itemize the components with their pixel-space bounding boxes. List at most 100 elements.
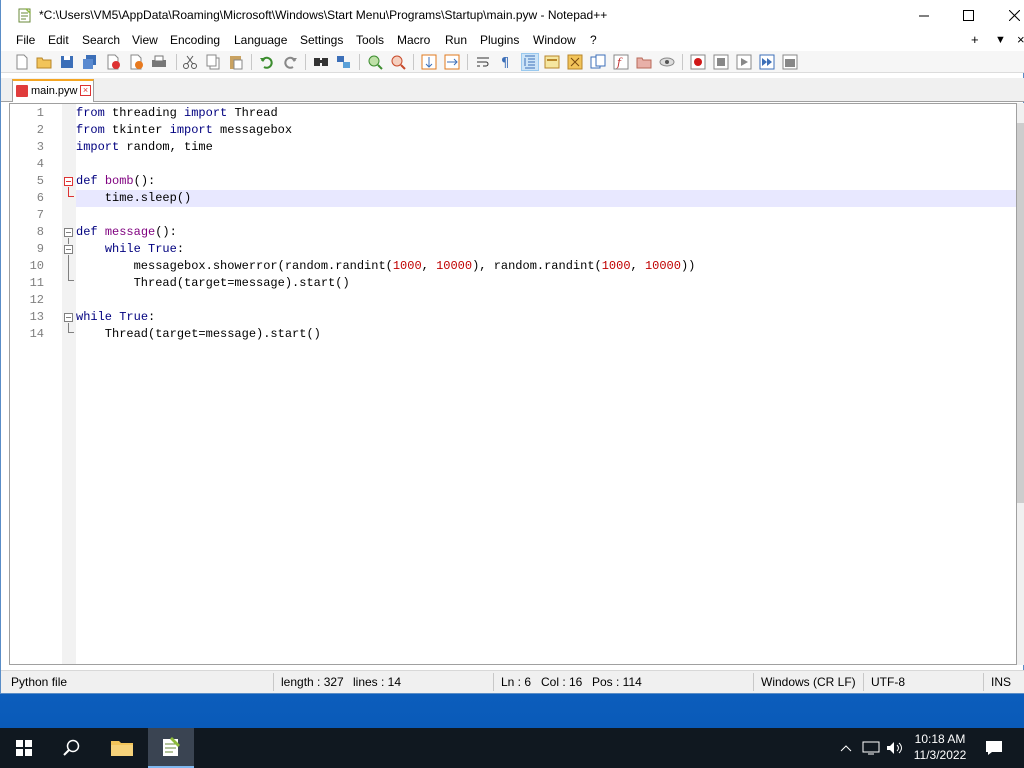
print-icon[interactable] bbox=[151, 54, 167, 70]
network-button[interactable] bbox=[860, 728, 882, 768]
status-encoding[interactable]: UTF-8 bbox=[871, 675, 905, 689]
file-explorer-icon bbox=[111, 741, 133, 756]
line-number: 5 bbox=[36, 174, 44, 188]
record-macro-icon[interactable] bbox=[690, 54, 706, 70]
code-line-8: def message(): bbox=[76, 225, 177, 239]
menu-view[interactable]: View bbox=[132, 33, 158, 47]
status-bar: Python file length : 327 lines : 14 Ln :… bbox=[1, 670, 1024, 693]
udl-icon[interactable] bbox=[544, 54, 560, 70]
code-editor[interactable]: 1 2 3 4 5 6 7 8 9 10 11 12 13 14 from th… bbox=[9, 103, 1017, 665]
tab-close-button[interactable]: × bbox=[80, 85, 91, 96]
redo-icon[interactable] bbox=[282, 54, 298, 70]
clock-time: 10:18 AM bbox=[914, 732, 966, 746]
save-macro-icon[interactable] bbox=[782, 54, 798, 70]
undo-icon[interactable] bbox=[259, 54, 275, 70]
taskbar: 10:18 AM 11/3/2022 bbox=[0, 728, 1024, 768]
line-number: 1 bbox=[36, 106, 44, 120]
save-icon[interactable] bbox=[59, 54, 75, 70]
replace-icon[interactable] bbox=[336, 54, 352, 70]
start-icon bbox=[16, 740, 32, 756]
play-macro-icon[interactable] bbox=[736, 54, 752, 70]
status-filetype: Python file bbox=[11, 675, 68, 689]
network-icon bbox=[862, 741, 880, 755]
new-tab-plus-button[interactable]: + bbox=[971, 32, 979, 47]
cut-icon[interactable] bbox=[182, 54, 198, 70]
show-hidden-icons-button[interactable] bbox=[838, 728, 854, 768]
doc-map-icon[interactable] bbox=[567, 54, 583, 70]
menu-window[interactable]: Window bbox=[533, 33, 576, 47]
menu-tools[interactable]: Tools bbox=[356, 33, 384, 47]
minimize-icon bbox=[918, 15, 929, 17]
minimize-button[interactable] bbox=[901, 0, 947, 31]
sync-v-icon[interactable] bbox=[421, 54, 437, 70]
menu-macro[interactable]: Macro bbox=[397, 33, 430, 47]
new-file-icon[interactable] bbox=[14, 54, 30, 70]
menu-help[interactable]: ? bbox=[590, 33, 597, 47]
volume-button[interactable] bbox=[884, 728, 906, 768]
doc-list-icon[interactable] bbox=[590, 54, 606, 70]
paste-icon[interactable] bbox=[228, 54, 244, 70]
code-line-5: def bomb(): bbox=[76, 174, 156, 188]
indent-guide-icon[interactable] bbox=[521, 53, 539, 71]
stop-record-icon[interactable] bbox=[713, 54, 729, 70]
menu-plugins[interactable]: Plugins bbox=[480, 33, 519, 47]
show-all-chars-icon[interactable]: ¶ bbox=[498, 54, 514, 70]
action-center-button[interactable] bbox=[980, 728, 1008, 768]
fold-toggle-while[interactable] bbox=[64, 245, 73, 254]
zoom-in-icon[interactable] bbox=[367, 54, 383, 70]
status-lines: lines : 14 bbox=[353, 675, 402, 689]
notepadpp-taskbar-icon bbox=[163, 737, 180, 756]
sync-h-icon[interactable] bbox=[444, 54, 460, 70]
open-file-icon[interactable] bbox=[36, 54, 52, 70]
zoom-out-icon[interactable] bbox=[390, 54, 406, 70]
line-number: 2 bbox=[36, 123, 44, 137]
vertical-scrollbar[interactable] bbox=[1017, 103, 1024, 665]
fold-toggle-while-main[interactable] bbox=[64, 313, 73, 322]
run-macro-multiple-icon[interactable] bbox=[759, 54, 775, 70]
svg-text:¶: ¶ bbox=[501, 56, 509, 70]
menu-settings[interactable]: Settings bbox=[300, 33, 343, 47]
maximize-button[interactable] bbox=[945, 0, 991, 31]
close-icon[interactable] bbox=[105, 54, 121, 70]
menu-run[interactable]: Run bbox=[445, 33, 467, 47]
code-line-1: from threading import Thread bbox=[76, 106, 278, 120]
menu-encoding[interactable]: Encoding bbox=[170, 33, 220, 47]
close-doc-button[interactable]: × bbox=[1017, 32, 1024, 47]
notepadpp-icon bbox=[18, 8, 31, 23]
code-line-9: while True: bbox=[104, 242, 185, 256]
close-window-button[interactable] bbox=[991, 0, 1024, 31]
copy-icon[interactable] bbox=[205, 54, 221, 70]
close-all-icon[interactable] bbox=[128, 54, 144, 70]
word-wrap-icon[interactable] bbox=[475, 54, 491, 70]
search-button[interactable] bbox=[48, 728, 96, 768]
code-line-3: import random, time bbox=[76, 140, 213, 154]
status-insert-mode[interactable]: INS bbox=[991, 675, 1011, 689]
fold-toggle-message[interactable] bbox=[64, 228, 73, 237]
fold-toggle-bomb[interactable] bbox=[64, 177, 73, 186]
menu-edit[interactable]: Edit bbox=[48, 33, 69, 47]
status-position: Pos : 114 bbox=[592, 675, 642, 689]
function-list-icon[interactable]: f bbox=[613, 54, 629, 70]
folder-workspace-icon[interactable] bbox=[636, 54, 652, 70]
line-number: 10 bbox=[29, 259, 44, 273]
find-icon[interactable] bbox=[313, 54, 329, 70]
maximize-icon bbox=[962, 10, 974, 21]
status-eol[interactable]: Windows (CR LF) bbox=[761, 675, 856, 689]
notepadpp-taskbar-button[interactable] bbox=[148, 728, 194, 768]
tab-list-dropdown-button[interactable]: ▼ bbox=[995, 34, 1006, 46]
save-all-icon[interactable] bbox=[82, 54, 98, 70]
title-bar[interactable]: *C:\Users\VM5\AppData\Roaming\Microsoft\… bbox=[1, 0, 1024, 31]
monitor-icon[interactable] bbox=[659, 54, 675, 70]
menu-search[interactable]: Search bbox=[82, 33, 120, 47]
line-number: 7 bbox=[36, 208, 44, 222]
menu-language[interactable]: Language bbox=[234, 33, 287, 47]
status-column: Col : 16 bbox=[541, 675, 583, 689]
file-explorer-taskbar-button[interactable] bbox=[98, 728, 146, 768]
taskbar-clock[interactable]: 10:18 AM 11/3/2022 bbox=[910, 731, 970, 763]
scrollbar-thumb[interactable] bbox=[1017, 123, 1024, 503]
code-area[interactable]: from threading import Thread from tkinte… bbox=[76, 104, 1016, 664]
tab-main-pyw[interactable]: main.pyw × bbox=[12, 79, 94, 102]
start-button[interactable] bbox=[0, 728, 48, 768]
menu-file[interactable]: File bbox=[16, 33, 35, 47]
search-icon bbox=[63, 739, 80, 756]
